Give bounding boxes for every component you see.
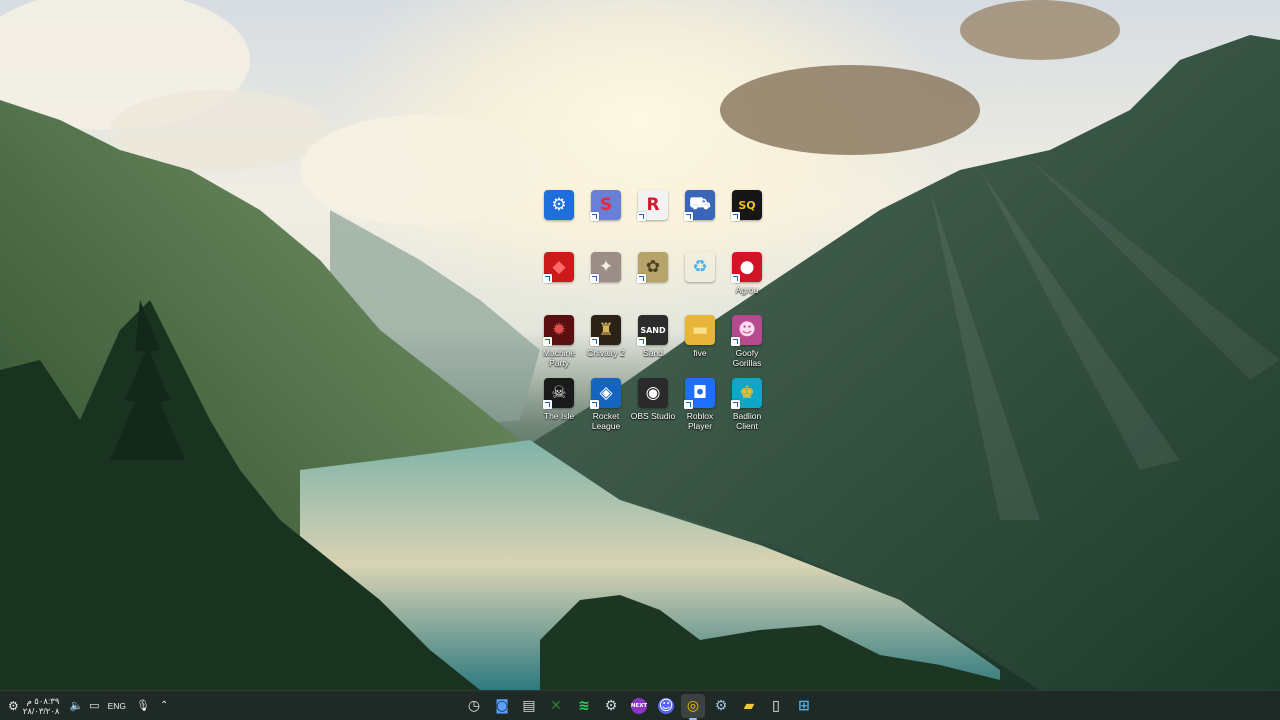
- taskbar-app-camera-icon: ◙: [495, 698, 509, 714]
- icon-app-red-s-glyph: S: [599, 195, 613, 215]
- taskbar-app-xbox-icon: ✕: [550, 698, 562, 714]
- taskbar-app-notepad-icon: ▯: [772, 698, 780, 714]
- shortcut-arrow-icon: [637, 212, 646, 221]
- taskbar-app-camera[interactable]: ◙: [490, 694, 514, 718]
- icon-agrou-label: Agrou: [735, 285, 759, 295]
- taskbar-app-spotify-icon: ≋: [578, 698, 590, 714]
- shortcut-arrow-icon: [543, 400, 552, 409]
- taskbar-app-chrome-icon: ◎: [686, 698, 700, 714]
- taskbar-app-next[interactable]: NEXT: [627, 694, 651, 718]
- icon-goofy-gorillas-label: Goofy Gorillas: [732, 348, 762, 368]
- icon-obs-studio-image: ◉: [638, 378, 668, 408]
- shortcut-arrow-icon: [543, 337, 552, 346]
- taskbar-app-notepad[interactable]: ▯: [764, 694, 788, 718]
- icon-folder-five-image: ▬: [685, 315, 715, 345]
- icon-app-red-s-image: S: [590, 190, 621, 221]
- shortcut-arrow-icon: [731, 337, 740, 346]
- icon-app-sq-glyph: SQ: [738, 198, 756, 212]
- icon-agrou-image: ●: [731, 252, 762, 283]
- icon-rocket-league-glyph: ◈: [599, 383, 613, 403]
- icon-app-blue-gear-image: ⚙: [544, 190, 574, 220]
- taskbar-app-clock-icon: ◷: [467, 698, 481, 714]
- icon-roblox-player-glyph: ◘: [692, 383, 708, 403]
- shortcut-arrow-icon: [684, 212, 693, 221]
- icon-the-isle-image: ☠: [543, 378, 574, 409]
- taskbar-app-steam[interactable]: ⚙: [599, 694, 623, 718]
- taskbar-app-list: ◷ ◙ ▤ ✕ ≋ ⚙ NEXT ☺ ◎ ⚙ ▰ ▯ ⊞: [0, 691, 1280, 720]
- taskbar-app-steam-icon: ⚙: [604, 698, 618, 714]
- taskbar-app-start[interactable]: ⊞: [792, 694, 816, 718]
- icon-app-blue-gear-glyph: ⚙: [551, 195, 567, 215]
- icon-chivalry-image: ♜: [590, 315, 621, 346]
- icon-badlion-client[interactable]: ♚ Badlion Client: [718, 378, 776, 434]
- icon-goofy-gorillas-image: ☻: [731, 315, 762, 346]
- icon-app-sq-image: SQ: [731, 190, 762, 221]
- icon-folder-five-glyph: ▬: [691, 320, 709, 340]
- shortcut-arrow-icon: [590, 337, 599, 346]
- shortcut-arrow-icon: [590, 274, 599, 283]
- taskbar-app-steam-2-icon: ⚙: [714, 698, 728, 714]
- taskbar-app-clock[interactable]: ◷: [462, 694, 486, 718]
- taskbar-app-spotify[interactable]: ≋: [572, 694, 596, 718]
- icon-recycle-bin-glyph: ♻: [692, 257, 708, 277]
- taskbar: ⚙ ٥٠٨:٣٩ م ٢٨/٠٣/٢٠٨ 🔈 ▭ ENG 🎙 ⌃ ◷ ◙ ▤ ✕ ≋ ⚙ N…: [0, 690, 1280, 720]
- icon-app-olive-image: ✿: [637, 252, 668, 283]
- icon-app-sq[interactable]: SQ: [718, 190, 776, 246]
- icon-sand-image: SAND: [637, 315, 668, 346]
- taskbar-app-discord-icon: ☺: [658, 698, 674, 714]
- shortcut-arrow-icon: [731, 212, 740, 221]
- shortcut-arrow-icon: [731, 274, 740, 283]
- taskbar-app-next-icon: NEXT: [631, 698, 647, 714]
- taskbar-app-terminal-icon: ▤: [522, 698, 536, 714]
- desktop-wallpaper: ⚙ S R ⛟ SQ ◆ ✦ ✿ ♻ ● Agrou ✹ Machine Party ♜ Chivalry …: [0, 0, 1280, 690]
- shortcut-arrow-icon: [731, 400, 740, 409]
- icon-sand-glyph: SAND: [640, 325, 666, 335]
- icon-app-red-r-glyph: R: [646, 195, 660, 215]
- icon-roblox-player-image: ◘: [684, 378, 715, 409]
- icon-app-red-car-image: ◆: [543, 252, 574, 283]
- taskbar-app-start-icon: ⊞: [798, 698, 810, 714]
- icon-app-red-car-glyph: ◆: [552, 257, 566, 277]
- icon-badlion-client-image: ♚: [731, 378, 762, 409]
- icon-chivalry-glyph: ♜: [598, 320, 614, 340]
- icon-goofy-gorillas-glyph: ☻: [738, 320, 756, 340]
- taskbar-app-file-explorer[interactable]: ▰: [737, 694, 761, 718]
- taskbar-app-xbox[interactable]: ✕: [544, 694, 568, 718]
- icon-badlion-client-glyph: ♚: [739, 383, 755, 403]
- icon-app-stone-glyph: ✦: [598, 257, 614, 277]
- icon-obs-studio-glyph: ◉: [645, 383, 661, 403]
- shortcut-arrow-icon: [590, 212, 599, 221]
- icon-machine-party-image: ✹: [543, 315, 574, 346]
- taskbar-app-terminal[interactable]: ▤: [517, 694, 541, 718]
- icon-agrou-glyph: ●: [739, 257, 755, 277]
- icon-goofy-gorillas[interactable]: ☻ Goofy Gorillas: [718, 315, 776, 371]
- shortcut-arrow-icon: [543, 274, 552, 283]
- icon-app-blue-truck-image: ⛟: [684, 190, 715, 221]
- icon-rocket-league-image: ◈: [590, 378, 621, 409]
- icon-the-isle-glyph: ☠: [551, 383, 567, 403]
- icon-machine-party-glyph: ✹: [551, 320, 567, 340]
- taskbar-app-steam-2[interactable]: ⚙: [709, 694, 733, 718]
- icon-agrou[interactable]: ● Agrou: [718, 252, 776, 308]
- shortcut-arrow-icon: [637, 274, 646, 283]
- shortcut-arrow-icon: [684, 400, 693, 409]
- shortcut-arrow-icon: [590, 400, 599, 409]
- icon-app-red-r-image: R: [637, 190, 668, 221]
- icon-badlion-client-label: Badlion Client: [732, 411, 762, 431]
- icon-app-stone-image: ✦: [590, 252, 621, 283]
- taskbar-app-chrome[interactable]: ◎: [681, 694, 705, 720]
- taskbar-app-discord[interactable]: ☺: [654, 694, 678, 718]
- icon-recycle-bin-image: ♻: [685, 252, 715, 282]
- shortcut-arrow-icon: [637, 337, 646, 346]
- taskbar-app-file-explorer-icon: ▰: [743, 698, 755, 714]
- icon-app-olive-glyph: ✿: [645, 257, 661, 277]
